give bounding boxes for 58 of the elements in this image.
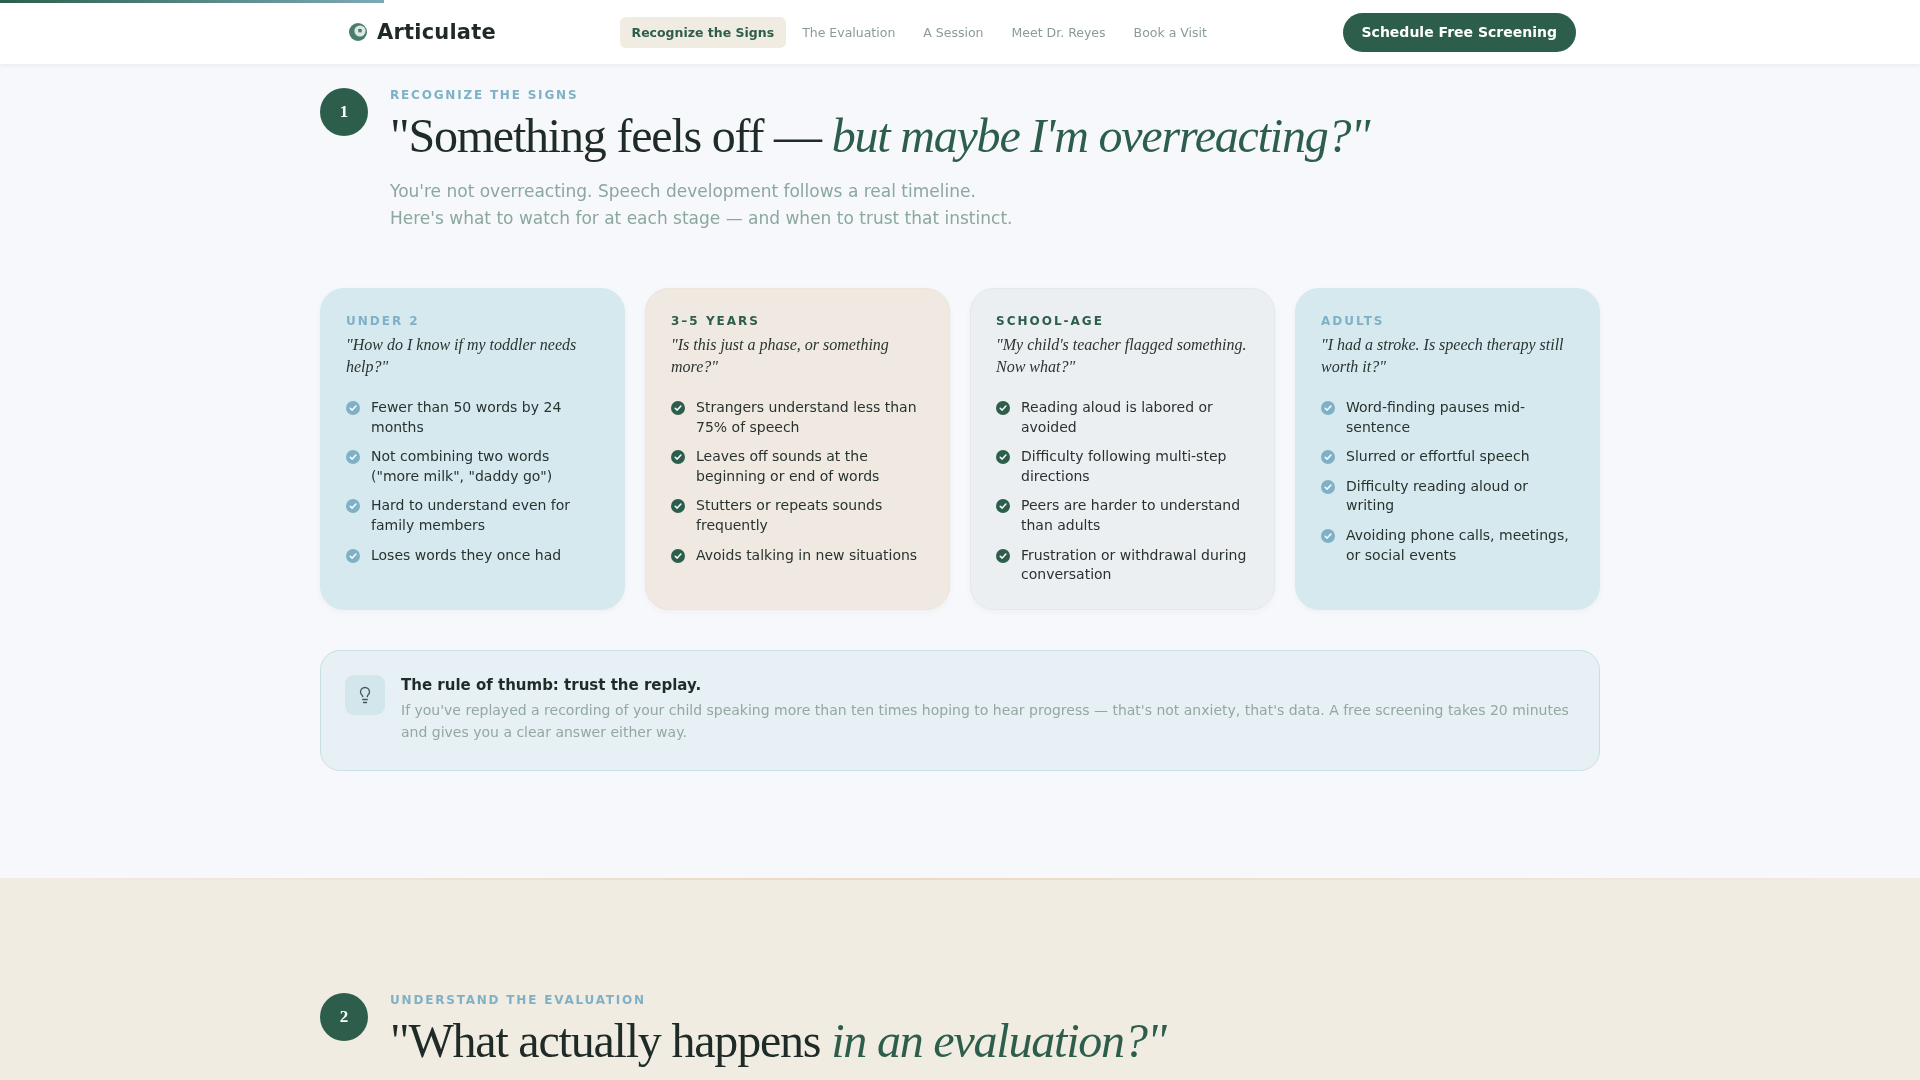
card-label: ADULTS <box>1321 313 1386 330</box>
sign-text: Reading aloud is labored or avoided <box>1021 398 1214 437</box>
sign-text: Difficulty reading aloud or writing <box>1346 476 1530 516</box>
sign-text: Avoids talking in new situations <box>696 545 918 565</box>
sign-text: Slurred or effortful speech <box>1346 447 1530 467</box>
check-icon <box>1321 528 1335 543</box>
check-icon <box>996 548 1010 563</box>
sign-text: Avoiding phone calls, meetings, or social events <box>1346 525 1570 565</box>
check-icon <box>346 499 360 514</box>
check-icon <box>996 499 1010 514</box>
card-quote: "Is this just a phase, or something more?" <box>671 335 890 377</box>
nav-link[interactable]: Recognize the Signs <box>619 16 787 48</box>
check-icon <box>671 401 685 415</box>
step-badge: 1 <box>320 88 368 136</box>
section-kicker: RECOGNIZE THE SIGNS <box>390 87 580 104</box>
check-icon <box>346 450 360 465</box>
sign-text: Fewer than 50 words by 24 months <box>371 398 563 437</box>
check-icon <box>1321 401 1335 415</box>
card-quote: "My child's teacher flagged something. Now what?" <box>996 335 1248 377</box>
brand-logo-icon <box>349 23 367 41</box>
section-heading: "Something feels off — but maybe I'm overreacting?" <box>390 108 1372 163</box>
section-kicker: UNDERSTAND THE EVALUATION <box>390 991 647 1009</box>
tip-title: The rule of thumb: trust the replay. <box>401 674 703 695</box>
card-label: SCHOOL-AGE <box>996 313 1105 330</box>
check-icon <box>671 499 685 514</box>
check-icon <box>671 450 685 465</box>
sign-text: Loses words they once had <box>371 545 562 565</box>
check-icon <box>346 548 360 563</box>
check-icon <box>1321 450 1335 465</box>
schedule-screening-button[interactable]: Schedule Free Screening <box>1342 12 1576 52</box>
card-quote: "How do I know if my toddler needs help?" <box>346 335 578 378</box>
card-label: UNDER 2 <box>346 313 421 330</box>
sign-text: Leaves off sounds at the beginning or end of words <box>696 447 881 486</box>
lightbulb-icon <box>345 674 385 715</box>
section-intro: You're not overreacting. Speech development follows a real timeline. Here's what to watch for at each stage — and when to trust that instinct. <box>390 180 1014 230</box>
card-label: 3–5 YEARS <box>671 313 761 330</box>
tip-text: If you've replayed a recording of your child speaking more than ten times hoping to hear progress — that's not anxiety, that's data. A free screening takes 20 minutes and gives you a clear answer either way. <box>401 700 1570 743</box>
sign-text: Word-finding pauses mid-sentence <box>1346 398 1527 437</box>
sign-text: Strangers understand less than 75% of speech <box>696 398 918 437</box>
sign-text: Hard to understand even for family members <box>371 496 572 535</box>
check-icon <box>346 401 360 415</box>
sign-text: Difficulty following multi-step directions <box>1021 447 1228 486</box>
section-heading: "What actually happens in an evaluation?" <box>390 1012 1168 1068</box>
nav-link[interactable]: Book a Visit <box>1121 16 1219 48</box>
sign-text: Peers are harder to understand than adults <box>1021 496 1242 535</box>
card-quote: "I had a stroke. Is speech therapy still worth it?" <box>1321 335 1565 377</box>
check-icon <box>996 450 1010 465</box>
check-icon <box>1321 479 1335 494</box>
nav-link[interactable]: A Session <box>911 16 996 48</box>
brand-name: Articulate <box>377 20 496 44</box>
nav-link[interactable]: Meet Dr. Reyes <box>999 16 1118 48</box>
check-icon <box>996 401 1010 415</box>
sign-text: Frustration or withdrawal during conversation <box>1021 545 1248 585</box>
nav-link[interactable]: The Evaluation <box>790 16 908 48</box>
sign-text: Stutters or repeats sounds frequently <box>696 496 884 535</box>
step-badge: 2 <box>320 992 368 1041</box>
sign-text: Not combining two words ("more milk", "daddy go") <box>371 447 554 486</box>
check-icon <box>671 548 685 563</box>
